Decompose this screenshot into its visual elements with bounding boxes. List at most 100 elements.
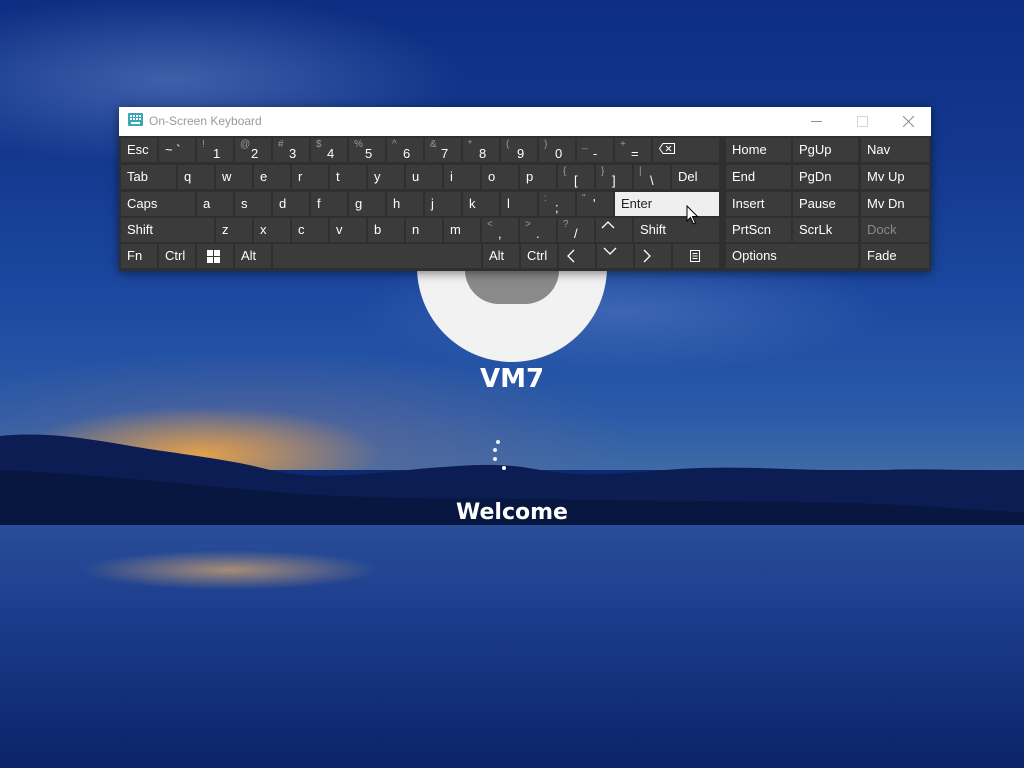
- key-0[interactable]: ) 0: [539, 138, 575, 162]
- move-down-button[interactable]: Mv Dn: [861, 192, 929, 216]
- key-d[interactable]: d: [273, 192, 309, 216]
- key-v[interactable]: v: [330, 218, 366, 242]
- key-windows[interactable]: [197, 244, 233, 268]
- key-label: g: [355, 196, 363, 211]
- key-t[interactable]: t: [330, 165, 366, 189]
- key-label: z: [222, 222, 229, 237]
- key-main-label: =: [631, 146, 639, 161]
- key-i[interactable]: i: [444, 165, 480, 189]
- key-ctrl-left[interactable]: Ctrl: [159, 244, 195, 268]
- key-main-label: [: [574, 173, 578, 188]
- key-r[interactable]: r: [292, 165, 328, 189]
- key-home[interactable]: Home: [726, 138, 791, 162]
- key-main-label: 9: [517, 146, 525, 161]
- key-f[interactable]: f: [311, 192, 347, 216]
- key-1[interactable]: ! 1: [197, 138, 233, 162]
- key-s[interactable]: s: [235, 192, 271, 216]
- key-shift-left[interactable]: Shift: [121, 218, 214, 242]
- key-del[interactable]: Del: [672, 165, 719, 189]
- key-quote[interactable]: " ': [577, 192, 613, 216]
- key-up-arrow[interactable]: [596, 218, 632, 242]
- key-z[interactable]: z: [216, 218, 252, 242]
- key-a[interactable]: a: [197, 192, 233, 216]
- key-pgup[interactable]: PgUp: [793, 138, 858, 162]
- key-comma[interactable]: <,: [482, 218, 518, 242]
- key-left-arrow[interactable]: [559, 244, 595, 268]
- key-down-arrow[interactable]: [597, 244, 633, 268]
- key-label: Alt: [241, 248, 257, 263]
- key-c[interactable]: c: [292, 218, 328, 242]
- key-e[interactable]: e: [254, 165, 290, 189]
- key-7[interactable]: & 7: [425, 138, 461, 162]
- key-enter[interactable]: Enter: [615, 192, 719, 216]
- key-m[interactable]: m: [444, 218, 480, 242]
- key-u[interactable]: u: [406, 165, 442, 189]
- nav-button[interactable]: Nav: [861, 138, 929, 162]
- key-k[interactable]: k: [463, 192, 499, 216]
- key-period[interactable]: >.: [520, 218, 556, 242]
- key-backtick[interactable]: ~ `: [159, 138, 195, 162]
- key-label: i: [450, 169, 453, 184]
- close-button[interactable]: [886, 107, 931, 136]
- key-pause[interactable]: Pause: [793, 192, 858, 216]
- key-g[interactable]: g: [349, 192, 385, 216]
- key-y[interactable]: y: [368, 165, 404, 189]
- key-j[interactable]: j: [425, 192, 461, 216]
- key-fn[interactable]: Fn: [121, 244, 157, 268]
- key-o[interactable]: o: [482, 165, 518, 189]
- key-4[interactable]: $4: [311, 138, 347, 162]
- maximize-button[interactable]: [840, 107, 885, 136]
- key-prtscn[interactable]: PrtScn: [726, 218, 791, 242]
- key-backspace[interactable]: [653, 138, 719, 162]
- key-5[interactable]: % 5: [349, 138, 385, 162]
- key-label: Caps: [127, 196, 158, 211]
- key-3[interactable]: #3: [273, 138, 309, 162]
- key-w[interactable]: w: [216, 165, 252, 189]
- key-ctrl-right[interactable]: Ctrl: [521, 244, 557, 268]
- key-left-bracket[interactable]: {[: [558, 165, 594, 189]
- key-scrlk[interactable]: ScrLk: [793, 218, 858, 242]
- key-h[interactable]: h: [387, 192, 423, 216]
- key-2[interactable]: @2: [235, 138, 271, 162]
- key-alt-left[interactable]: Alt: [235, 244, 271, 268]
- key-x[interactable]: x: [254, 218, 290, 242]
- minimize-button[interactable]: [794, 107, 839, 136]
- key-q[interactable]: q: [178, 165, 214, 189]
- arrow-right-icon: [643, 249, 651, 263]
- key-shift-label: ~: [165, 142, 173, 157]
- dock-button[interactable]: Dock: [861, 218, 929, 242]
- key-label: b: [374, 222, 382, 237]
- key-insert[interactable]: Insert: [726, 192, 791, 216]
- move-up-button[interactable]: Mv Up: [861, 165, 929, 189]
- title-bar[interactable]: On-Screen Keyboard: [119, 107, 931, 136]
- key-esc[interactable]: Esc: [121, 138, 157, 162]
- key-equals[interactable]: + =: [615, 138, 651, 162]
- options-button[interactable]: Options: [726, 244, 858, 268]
- key-right-arrow[interactable]: [635, 244, 671, 268]
- arrow-down-icon: [603, 247, 617, 255]
- key-menu[interactable]: [673, 244, 719, 268]
- key-backslash[interactable]: | \: [634, 165, 670, 189]
- key-8[interactable]: * 8: [463, 138, 499, 162]
- key-b[interactable]: b: [368, 218, 404, 242]
- key-shift-label: :: [544, 193, 547, 204]
- key-n[interactable]: n: [406, 218, 442, 242]
- key-shift-right[interactable]: Shift: [634, 218, 719, 242]
- fade-button[interactable]: Fade: [861, 244, 929, 268]
- key-caps[interactable]: Caps: [121, 192, 195, 216]
- key-p[interactable]: p: [520, 165, 556, 189]
- key-space[interactable]: [273, 244, 481, 268]
- key-9[interactable]: (9: [501, 138, 537, 162]
- key-slash[interactable]: ? /: [558, 218, 594, 242]
- key-end[interactable]: End: [726, 165, 791, 189]
- key-l[interactable]: l: [501, 192, 537, 216]
- key-right-bracket[interactable]: }]: [596, 165, 632, 189]
- key-alt-right[interactable]: Alt: [483, 244, 519, 268]
- key-minus[interactable]: _ -: [577, 138, 613, 162]
- key-tab[interactable]: Tab: [121, 165, 176, 189]
- key-label: d: [279, 196, 287, 211]
- key-pgdn[interactable]: PgDn: [793, 165, 858, 189]
- key-6[interactable]: ^ 6: [387, 138, 423, 162]
- key-semicolon[interactable]: :;: [539, 192, 575, 216]
- key-shift-label: %: [354, 139, 363, 150]
